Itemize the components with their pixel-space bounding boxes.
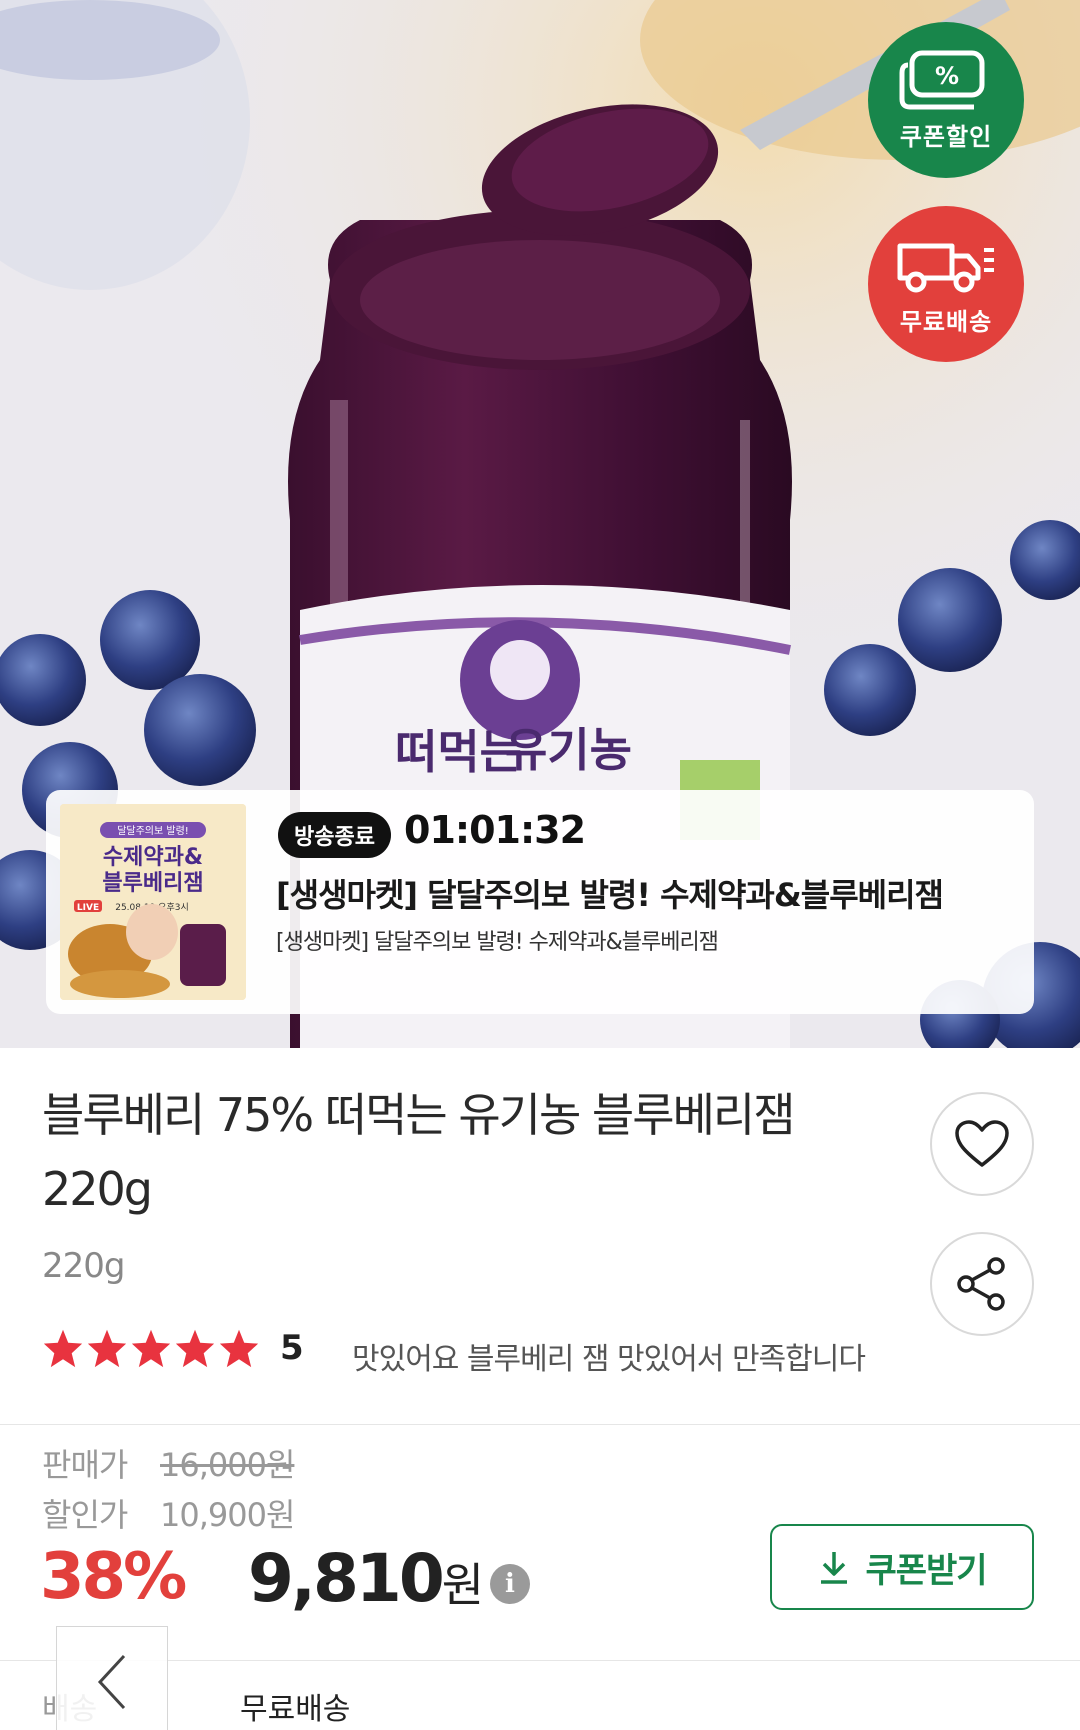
final-price: 9,810원 — [248, 1540, 484, 1617]
broadcast-ended-badge: 방송종료 — [278, 812, 391, 858]
get-coupon-label: 쿠폰받기 — [865, 1550, 987, 1591]
download-icon — [821, 1552, 848, 1584]
final-price-value: 9,810 — [248, 1540, 445, 1617]
delivery-badge-label: 무료배송 — [899, 307, 993, 336]
coupon-discount-badge: % 쿠폰할인 — [868, 22, 1024, 178]
share-icon — [957, 1257, 1005, 1311]
jar-text-1: 떠먹는 — [395, 725, 522, 779]
divider — [0, 1424, 1080, 1425]
jar-text-2: 유기농 — [505, 723, 632, 777]
info-icon[interactable]: i — [490, 1564, 530, 1604]
star-icon — [175, 1329, 215, 1368]
star-icon — [219, 1329, 259, 1368]
star-icon — [87, 1329, 127, 1368]
discount-rate: 38% — [40, 1540, 187, 1614]
coupon-icon: % — [899, 50, 985, 109]
broadcast-timer: 01:01:32 — [404, 808, 586, 852]
live-broadcast-card[interactable]: 달달주의보 발령! 수제약과& 블루베리잼 LIVE 25.08.19 오후3시… — [46, 790, 1034, 1014]
rating-score: 5 — [280, 1328, 304, 1368]
star-icon — [131, 1329, 171, 1368]
product-hero-image: 떠먹는 유기농 % 쿠폰할인 무료배송 달달주의보 발령! 수제약과& 블루베리… — [0, 0, 1080, 1048]
svg-text:수제약과&: 수제약과& — [103, 845, 203, 870]
share-button[interactable] — [930, 1232, 1034, 1336]
star-rating — [42, 1328, 260, 1368]
star-icon — [43, 1329, 83, 1368]
shipping-value: 무료배송 — [240, 1692, 351, 1727]
sale-price-label: 판매가 — [42, 1446, 128, 1484]
rating[interactable]: 5 — [42, 1328, 304, 1368]
truck-icon — [897, 243, 994, 292]
discount-price-label: 할인가 — [42, 1496, 128, 1534]
broadcast-subtitle: [생생마켓] 달달주의보 발령! 수제약과&블루베리잼 — [276, 930, 719, 955]
svg-text:LIVE: LIVE — [77, 903, 99, 913]
heart-icon — [955, 1120, 1009, 1167]
discount-price-row: 할인가 10,900원 — [42, 1490, 295, 1536]
free-delivery-badge: 무료배송 — [868, 206, 1024, 362]
chevron-left-icon — [97, 1654, 126, 1710]
product-title: 블루베리 75% 떠먹는 유기농 블루베리잼 220g — [42, 1088, 796, 1216]
get-coupon-button[interactable]: 쿠폰받기 — [770, 1524, 1034, 1610]
coupon-badge-label: 쿠폰할인 — [899, 122, 993, 151]
broadcast-title: [생생마켓] 달달주의보 발령! 수제약과&블루베리잼 — [276, 876, 944, 914]
wishlist-button[interactable] — [930, 1092, 1034, 1196]
final-price-unit: 원 — [441, 1558, 485, 1612]
svg-text:%: % — [935, 62, 959, 90]
svg-text:블루베리잼: 블루베리잼 — [102, 871, 203, 896]
live-thumbnail: 달달주의보 발령! 수제약과& 블루베리잼 LIVE 25.08.19 오후3시 — [60, 804, 246, 1000]
discounted-price: 10,900원 — [160, 1496, 295, 1534]
original-price-row: 판매가 16,000원 — [42, 1440, 295, 1486]
original-price: 16,000원 — [160, 1446, 295, 1484]
product-option: 220g — [42, 1246, 125, 1286]
review-snippet[interactable]: 맛있어요 블루베리 잼 맛있어서 만족합니다 — [352, 1334, 866, 1378]
svg-text:달달주의보 발령!: 달달주의보 발령! — [117, 825, 189, 837]
back-button[interactable] — [56, 1626, 168, 1730]
